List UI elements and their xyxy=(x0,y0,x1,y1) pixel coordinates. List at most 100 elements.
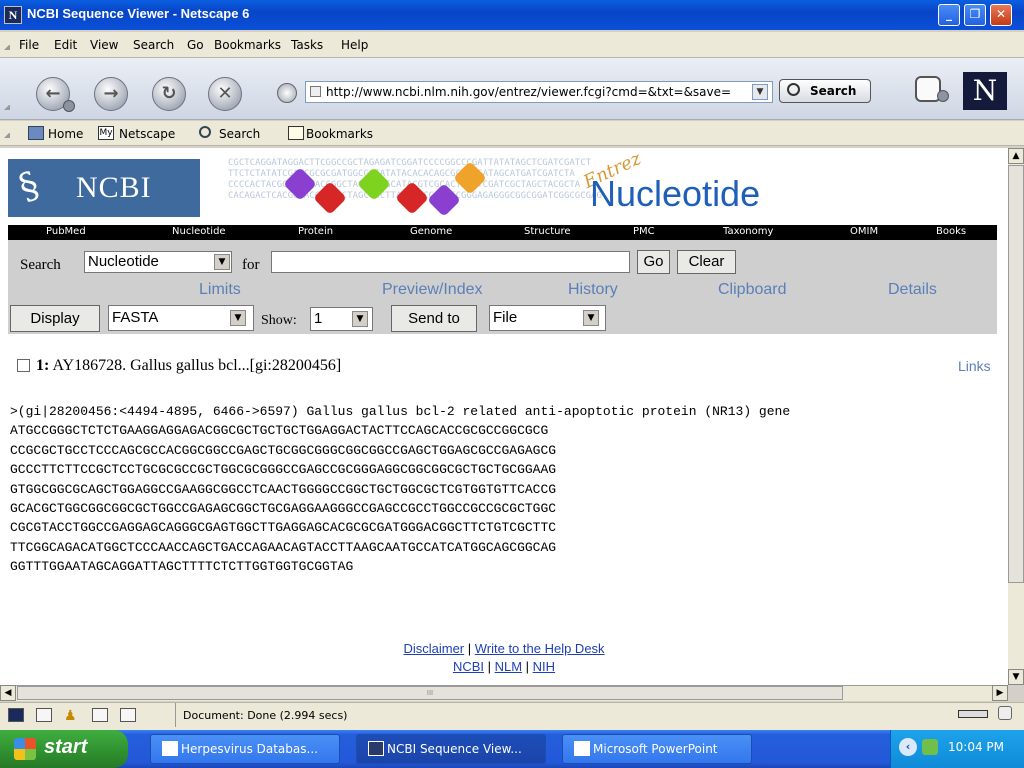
record-checkbox[interactable] xyxy=(17,359,30,372)
record-title-text: AY186728. Gallus gallus bcl...[gi:282004… xyxy=(52,357,342,374)
home-icon xyxy=(28,126,44,140)
help-desk-link[interactable]: Write to the Help Desk xyxy=(475,641,605,656)
menu-tasks[interactable]: Tasks xyxy=(291,38,323,52)
show-label: Show: xyxy=(261,313,297,328)
menu-edit[interactable]: Edit xyxy=(54,38,77,52)
tab-details[interactable]: Details xyxy=(888,281,937,299)
reload-button[interactable]: ↻ xyxy=(152,77,186,111)
home-button[interactable]: Home xyxy=(48,127,83,141)
im-icon[interactable]: ♟ xyxy=(64,708,80,724)
maximize-button[interactable]: ❐ xyxy=(964,4,986,26)
tab-limits[interactable]: Limits xyxy=(199,281,241,299)
toolbar-grip-icon[interactable] xyxy=(4,104,10,110)
vertical-scroll-thumb[interactable] xyxy=(1008,165,1024,583)
banner-title: Nucleotide xyxy=(590,173,761,214)
status-text: Document: Done (2.994 secs) xyxy=(175,703,790,727)
print-dropdown-icon[interactable] xyxy=(937,90,949,102)
netscape-app-icon: N xyxy=(4,6,22,24)
nih-link[interactable]: NIH xyxy=(533,659,555,674)
bookmarks-icon xyxy=(288,126,304,140)
menu-go[interactable]: Go xyxy=(187,38,204,52)
scroll-up-button[interactable]: ▲ xyxy=(1008,148,1024,164)
record-title: 1: AY186728. Gallus gallus bcl...[gi:282… xyxy=(36,357,341,375)
chevron-down-icon[interactable]: ▼ xyxy=(230,310,246,326)
tab-preview-index[interactable]: Preview/Index xyxy=(382,281,483,299)
db-nav-books[interactable]: Books xyxy=(936,226,966,237)
chevron-down-icon[interactable]: ▼ xyxy=(583,310,599,326)
footer-separator: | xyxy=(484,659,495,674)
task-ncbi-sequence-viewer[interactable]: NCBI Sequence View... xyxy=(356,734,546,764)
scroll-right-button[interactable]: ▶ xyxy=(992,685,1008,701)
search-query-input[interactable] xyxy=(271,251,630,273)
scroll-down-button[interactable]: ▼ xyxy=(1008,669,1024,685)
navigator-icon[interactable] xyxy=(8,708,24,722)
close-button[interactable]: ✕ xyxy=(990,4,1012,26)
clear-button[interactable]: Clear xyxy=(677,250,736,274)
clock[interactable]: 10:04 PM xyxy=(948,740,1004,754)
menu-help[interactable]: Help xyxy=(341,38,368,52)
search-icon xyxy=(787,83,800,96)
fasta-sequence: >(gi|28200456:<4494-4895, 6466->6597) Ga… xyxy=(10,404,791,575)
database-select[interactable]: Nucleotide xyxy=(84,251,232,273)
go-button[interactable]: Go xyxy=(637,250,670,274)
menu-file[interactable]: File xyxy=(19,38,39,52)
db-nav-omim[interactable]: OMIM xyxy=(850,226,878,237)
page-footer: Disclaimer | Write to the Help Desk NCBI… xyxy=(0,640,1008,676)
ncbi-link[interactable]: NCBI xyxy=(453,659,484,674)
menu-bookmarks[interactable]: Bookmarks xyxy=(214,38,281,52)
footer-separator: | xyxy=(522,659,533,674)
mail-icon[interactable] xyxy=(36,708,52,722)
netscape-logo[interactable]: N xyxy=(963,72,1007,110)
powerpoint-icon xyxy=(574,741,590,756)
toolbar-grip-icon[interactable] xyxy=(4,44,10,50)
disclaimer-link[interactable]: Disclaimer xyxy=(403,641,464,656)
search-link[interactable]: Search xyxy=(219,127,260,141)
db-nav-nucleotide[interactable]: Nucleotide xyxy=(172,226,226,237)
chevron-down-icon[interactable]: ▼ xyxy=(214,254,230,270)
bookmarks-button[interactable]: Bookmarks xyxy=(306,127,373,141)
footer-separator: | xyxy=(464,641,475,656)
forward-button[interactable]: → xyxy=(94,77,128,111)
composer-icon[interactable] xyxy=(92,708,108,722)
task-herpesvirus-database[interactable]: Herpesvirus Databas... xyxy=(150,734,340,764)
display-button[interactable]: Display xyxy=(10,305,100,332)
db-nav-pubmed[interactable]: PubMed xyxy=(46,226,86,237)
tab-history[interactable]: History xyxy=(568,281,618,299)
db-nav-protein[interactable]: Protein xyxy=(298,226,333,237)
network-icon[interactable] xyxy=(922,739,938,755)
search-label: Search xyxy=(20,257,61,273)
links-link[interactable]: Links xyxy=(958,358,991,374)
tray-expand-icon[interactable]: ‹ xyxy=(899,738,917,756)
page-proxy-icon[interactable] xyxy=(310,86,321,97)
tab-clipboard[interactable]: Clipboard xyxy=(718,281,786,299)
menu-search[interactable]: Search xyxy=(133,38,174,52)
security-lock-icon[interactable] xyxy=(998,706,1012,720)
address-book-icon[interactable] xyxy=(120,708,136,722)
db-nav-taxonomy[interactable]: Taxonomy xyxy=(723,226,773,237)
menu-view[interactable]: View xyxy=(90,38,118,52)
toolbar-grip-icon[interactable] xyxy=(4,132,10,138)
send-to-button[interactable]: Send to xyxy=(391,305,477,332)
back-dropdown-icon[interactable] xyxy=(63,100,75,112)
database-nav-bar xyxy=(8,225,997,240)
stop-button[interactable]: ✕ xyxy=(208,77,242,111)
scroll-left-button[interactable]: ◀ xyxy=(0,685,16,701)
netscape-button[interactable]: Netscape xyxy=(119,127,175,141)
nlm-link[interactable]: NLM xyxy=(495,659,522,674)
search-icon xyxy=(199,126,211,138)
task-microsoft-powerpoint[interactable]: Microsoft PowerPoint xyxy=(562,734,752,764)
online-status-icon[interactable] xyxy=(958,710,988,718)
window-title: NCBI Sequence Viewer - Netscape 6 xyxy=(27,6,250,21)
horizontal-scroll-thumb[interactable]: III xyxy=(17,686,843,700)
db-nav-structure[interactable]: Structure xyxy=(524,226,571,237)
minimize-button[interactable]: _ xyxy=(938,4,960,26)
site-icon[interactable] xyxy=(277,83,297,103)
db-nav-pmc[interactable]: PMC xyxy=(633,226,655,237)
my-netscape-icon: My xyxy=(98,126,114,140)
url-dropdown-icon[interactable]: ▼ xyxy=(752,84,768,100)
url-input[interactable]: http://www.ncbi.nlm.nih.gov/entrez/viewe… xyxy=(305,81,773,103)
chevron-down-icon[interactable]: ▼ xyxy=(352,311,368,327)
windows-logo-icon xyxy=(14,738,36,760)
db-nav-genome[interactable]: Genome xyxy=(410,226,452,237)
for-label: for xyxy=(242,257,260,273)
